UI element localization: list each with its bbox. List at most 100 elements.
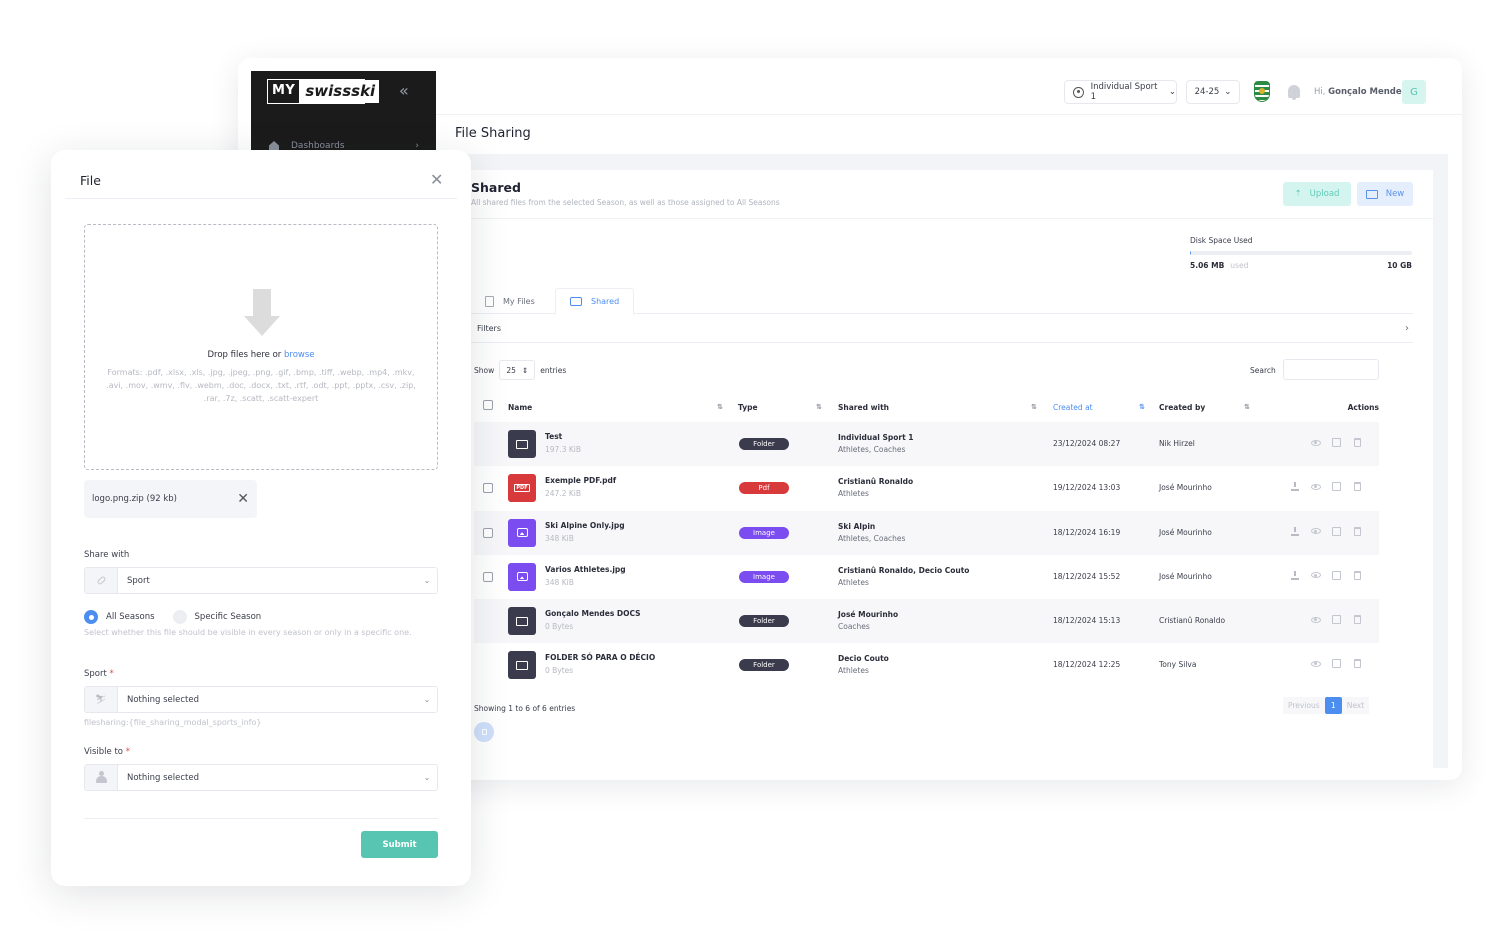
sort-icon[interactable]: ⇅ (816, 403, 822, 411)
disk-space-used: 5.06 MB used (1190, 261, 1248, 270)
view-button[interactable] (1310, 526, 1321, 537)
radio-all-seasons[interactable] (84, 610, 98, 624)
eye-icon (1310, 439, 1321, 446)
card-subtitle: All shared files from the selected Seaso… (471, 198, 780, 207)
remove-file-icon[interactable]: ✕ (237, 491, 249, 507)
edit-icon (1332, 482, 1341, 492)
delete-button[interactable] (1352, 526, 1363, 537)
file-dropzone[interactable]: Drop files here or browse Formats: .pdf,… (84, 224, 438, 470)
download-button[interactable] (1289, 570, 1300, 581)
row-actions (1310, 437, 1363, 448)
radio-specific-season[interactable] (172, 610, 187, 624)
column-header-type[interactable]: Type (738, 403, 758, 412)
file-size: 197.3 KiB (545, 445, 582, 454)
view-button[interactable] (1310, 437, 1321, 448)
bell-icon[interactable] (1288, 85, 1300, 100)
delete-button[interactable] (1352, 658, 1363, 669)
logo[interactable]: MY swissski (267, 79, 380, 104)
table-row[interactable]: Gonçalo Mendes DOCS 0 Bytes Folder José Mou… (474, 599, 1379, 644)
file-size: 247.2 KiB (545, 489, 582, 499)
filters-toggle[interactable]: Filters › (471, 315, 1413, 343)
filters-label: Filters (477, 324, 501, 333)
shared-roles: Athletes, Coaches (838, 533, 906, 543)
delete-button[interactable] (1352, 614, 1363, 625)
avatar[interactable]: G (1402, 80, 1426, 104)
download-button[interactable] (1289, 481, 1300, 492)
table-row[interactable]: Ski Alpine Only.jpg 348 KiB Image Ski Alpin… (474, 510, 1379, 555)
column-header-created-by[interactable]: Created by (1159, 403, 1205, 412)
close-icon[interactable]: ✕ (430, 172, 443, 188)
file-name[interactable]: Ski Alpine Only.jpg (545, 521, 625, 530)
column-header-created-at[interactable]: Created at (1053, 403, 1093, 412)
table-row[interactable]: Varios Athletes.jpg 348 KiB Image Cristianû… (474, 555, 1379, 599)
table-row[interactable]: Test 197.3 KiB Folder Individual Sport 1 Ath… (474, 422, 1379, 467)
view-button[interactable] (1310, 658, 1321, 669)
next-page-button[interactable]: Next (1341, 697, 1370, 714)
delete-button[interactable] (1352, 481, 1363, 492)
folder-plus-icon (1365, 189, 1378, 199)
edit-button[interactable] (1331, 526, 1342, 537)
file-name[interactable]: Exemple PDF.pdf (545, 476, 616, 485)
selected-file-name: logo.png.zip (92 kb) (92, 494, 177, 504)
shared-with: Decio Couto (838, 654, 889, 664)
shared-with: Ski Alpin (838, 521, 876, 531)
view-button[interactable] (1310, 570, 1321, 581)
new-folder-button[interactable]: New (1357, 182, 1413, 206)
edit-button[interactable] (1331, 570, 1342, 581)
view-button[interactable] (1310, 614, 1321, 625)
edit-icon (1332, 659, 1341, 669)
row-checkbox[interactable] (483, 571, 493, 582)
upload-button[interactable]: ⇡ Upload (1283, 182, 1351, 206)
edit-button[interactable] (1331, 481, 1342, 492)
table-row[interactable]: FOLDER SÓ PARA O DÉCIO 0 Bytes Folder Decio… (474, 643, 1379, 687)
select-all-checkbox[interactable] (483, 400, 493, 410)
table-row[interactable]: PDF Exemple PDF.pdf 247.2 KiB Pdf Cristianû … (474, 466, 1379, 510)
column-header-shared-with[interactable]: Shared with (838, 403, 889, 412)
search-input[interactable] (1283, 359, 1379, 380)
sort-desc-icon[interactable]: ⇅ (1139, 403, 1145, 411)
topbar (436, 58, 1462, 115)
column-header-name[interactable]: Name (508, 403, 532, 412)
disk-used-value: 5.06 MB (1190, 261, 1225, 270)
user-name: Gonçalo Mendes (1328, 87, 1407, 97)
tab-shared[interactable]: Shared (555, 288, 635, 315)
sport-select[interactable]: ⛷ Nothing selected ⌄ (84, 686, 438, 713)
delete-button[interactable] (1352, 570, 1363, 581)
file-name[interactable]: Varios Athletes.jpg (545, 565, 626, 574)
edit-button[interactable] (1331, 614, 1342, 625)
new-label: New (1385, 189, 1405, 199)
sport-selector[interactable]: Individual Sport 1 ⌄ (1064, 80, 1177, 104)
browse-link[interactable]: browse (284, 350, 315, 360)
download-icon (1290, 526, 1299, 536)
edit-button[interactable] (1331, 658, 1342, 669)
chevron-down-icon: ⌄ (1224, 87, 1232, 97)
created-at: 18/12/2024 15:52 (1053, 571, 1121, 581)
previous-page-button[interactable]: Previous (1283, 697, 1325, 714)
delete-button[interactable] (1352, 437, 1363, 448)
download-button[interactable] (1289, 526, 1300, 537)
file-name[interactable]: Test (545, 432, 562, 441)
submit-button[interactable]: Submit (361, 831, 438, 858)
user-greeting[interactable]: Hi, Gonçalo Mendes (1314, 87, 1407, 97)
share-with-select[interactable]: Sport ⌄ (84, 567, 438, 594)
sort-icon[interactable]: ⇅ (1031, 403, 1037, 411)
tab-my-files[interactable]: My Files (471, 288, 549, 314)
file-name[interactable]: FOLDER SÓ PARA O DÉCIO (545, 653, 655, 662)
edit-button[interactable] (1331, 437, 1342, 448)
row-checkbox[interactable] (483, 483, 493, 494)
collapse-sidebar-button[interactable]: « (399, 81, 409, 100)
file-name[interactable]: Gonçalo Mendes DOCS (545, 609, 641, 618)
view-button[interactable] (1310, 481, 1321, 492)
entries-select[interactable]: 25 ⇕ (499, 360, 536, 380)
type-badge: Pdf (739, 482, 789, 495)
row-checkbox[interactable] (483, 527, 493, 538)
sort-icon[interactable]: ⇅ (1244, 403, 1250, 411)
floating-action-button[interactable] (474, 722, 494, 742)
radio-label: All Seasons (106, 612, 155, 622)
page-1-button[interactable]: 1 (1324, 697, 1342, 714)
show-entries: Show 25 ⇕ entries (474, 360, 566, 380)
sort-icon[interactable]: ⇅ (717, 403, 723, 411)
users-icon (85, 765, 118, 790)
visible-to-select[interactable]: Nothing selected ⌄ (84, 764, 438, 791)
season-selector[interactable]: 24-25 ⌄ (1186, 80, 1240, 104)
